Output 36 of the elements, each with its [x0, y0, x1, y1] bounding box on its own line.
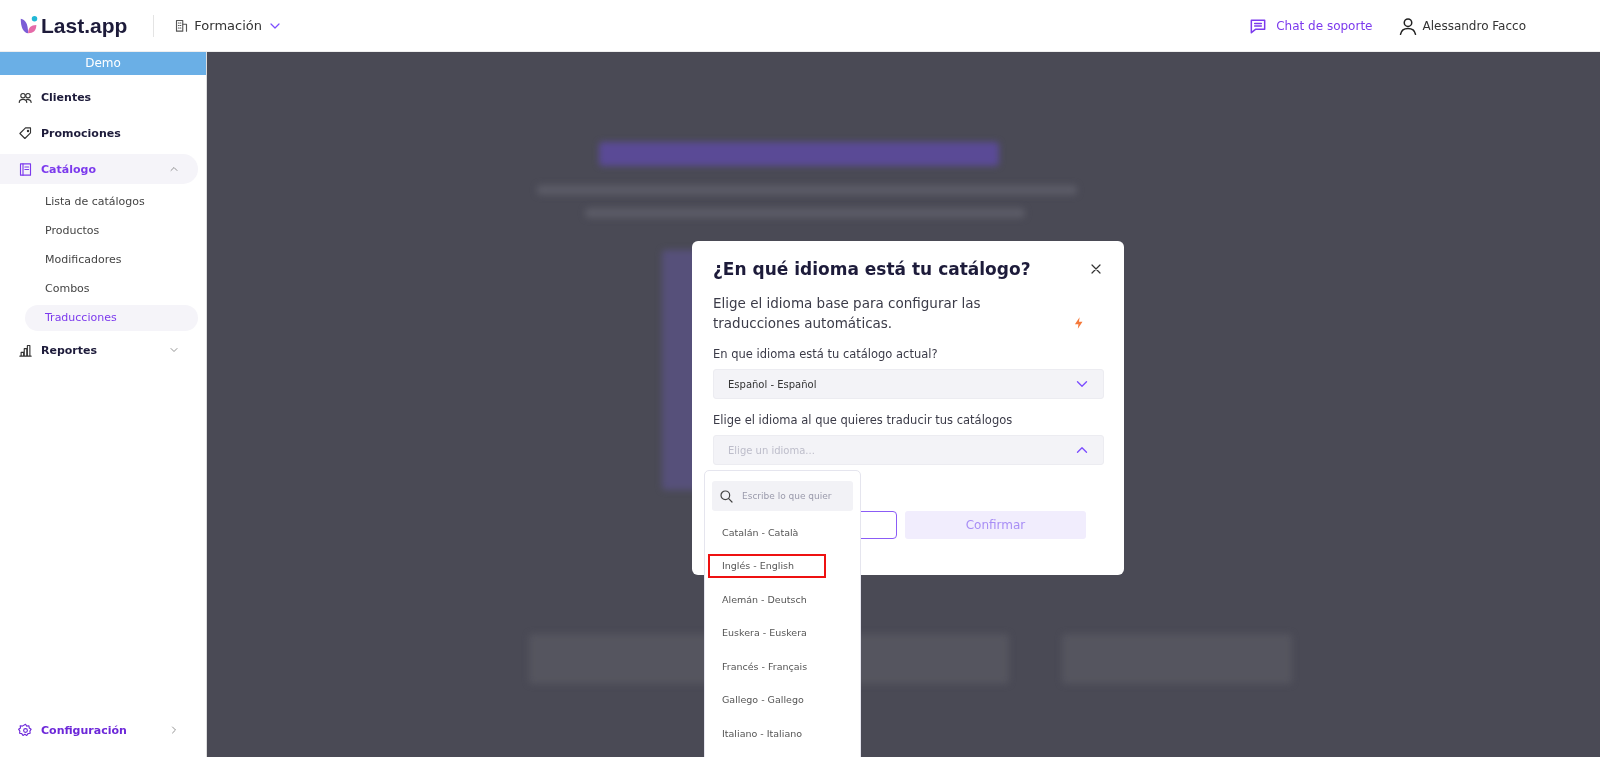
search-field[interactable]: Escribe lo que quier — [712, 481, 853, 511]
location-dropdown[interactable]: Formación — [174, 17, 284, 34]
field-label: Elige el idioma al que quieres traducir tus catálogos — [713, 413, 1014, 427]
dropdown-option[interactable]: Francés - Français — [712, 654, 853, 679]
catalog-icon — [18, 161, 33, 177]
sidebar-item[interactable]: Promociones — [0, 118, 198, 148]
field-label: En que idioma está tu catálogo actual? — [713, 347, 939, 361]
tag-icon — [18, 125, 33, 141]
sidebar-item[interactable]: Catálogo — [0, 154, 198, 184]
dropdown-option[interactable]: Inglés - English — [708, 554, 826, 578]
logo-text: Last.app — [41, 13, 128, 38]
sidebar-subitem[interactable]: Lista de catálogos — [25, 188, 198, 215]
dropdown-option[interactable]: Euskera - Euskera — [712, 621, 853, 645]
sidebar-item[interactable]: Reportes — [0, 335, 198, 365]
sidebar-subitem[interactable]: Modificadores — [25, 246, 198, 273]
settings-icon — [18, 722, 33, 738]
user-icon — [1398, 15, 1419, 36]
bar-chart-icon — [18, 342, 33, 358]
dropdown-option[interactable]: Gallego - Gallego — [712, 688, 853, 712]
search-icon — [718, 488, 734, 504]
dropdown-option[interactable]: Catalán - Català — [712, 520, 853, 545]
dialog-title: ¿En qué idioma está tu catálogo? — [713, 259, 1031, 279]
account-banner: Demo — [0, 52, 206, 75]
sidebar-subitem[interactable]: Combos — [25, 275, 198, 302]
building-icon — [174, 18, 190, 33]
language-select[interactable]: Español - Español — [713, 369, 1104, 399]
dialog-description: Elige el idioma base para configurar las traducciones automáticas. — [713, 294, 982, 333]
support-link[interactable]: Chat de soporte — [1248, 15, 1373, 36]
sidebar-subitem[interactable]: Productos — [25, 217, 198, 244]
user-menu[interactable]: Alessandro Facco — [1398, 15, 1526, 36]
dropdown-option[interactable]: Italiano - Italiano — [712, 721, 853, 746]
sidebar-subitem[interactable]: Traducciones — [25, 304, 198, 331]
search-input[interactable]: Escribe lo que quier — [742, 491, 846, 501]
sidebar-item[interactable]: Configuración — [0, 715, 198, 745]
dropdown-option[interactable]: Alemán - Deutsch — [712, 587, 853, 612]
sidebar-item[interactable]: Clientes — [0, 82, 198, 112]
